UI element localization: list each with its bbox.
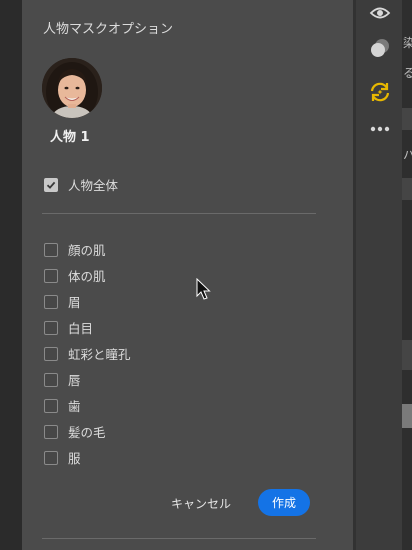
divider [42,213,316,214]
whole-person-checkbox[interactable]: 人物全体 [44,175,118,194]
cancel-button[interactable]: キャンセル [168,492,234,514]
option-label: 服 [68,451,81,466]
eye-icon[interactable] [368,0,392,24]
option-label: 唇 [68,373,81,388]
panel-title: 人物マスクオプション [43,22,174,37]
divider [42,538,316,539]
more-icon[interactable] [368,117,392,141]
left-edge-strip [0,0,22,550]
option-label: 歯 [68,399,81,414]
person-name: 人物 1 [50,130,90,145]
option-label: 顔の肌 [68,243,106,258]
option-label: 髪の毛 [68,425,106,440]
option-iris-pupil[interactable]: 虹彩と瞳孔 [44,344,131,363]
clipped-properties-panel [402,0,412,550]
option-face-skin[interactable]: 顔の肌 [44,240,106,259]
clipped-text: 染 [403,36,412,50]
option-body-skin[interactable]: 体の肌 [44,266,106,285]
checkbox-label: 人物全体 [68,178,119,193]
checkbox[interactable] [44,450,58,465]
option-eye-whites[interactable]: 白目 [44,318,93,337]
clipped-text: ハ [403,148,412,162]
checkbox[interactable] [44,320,58,335]
option-teeth[interactable]: 歯 [44,396,81,415]
checkbox[interactable] [44,398,58,413]
option-clothes[interactable]: 服 [44,448,81,467]
checkbox[interactable] [44,424,58,439]
option-eyebrows[interactable]: 眉 [44,292,81,311]
option-lips[interactable]: 唇 [44,370,81,389]
create-button[interactable]: 作成 [258,489,310,516]
mask-overlap-icon[interactable] [368,36,392,60]
option-label: 体の肌 [68,269,106,284]
option-label: 眉 [68,295,81,310]
checkmark-icon [46,181,56,189]
refresh-sync-icon[interactable] [368,80,392,104]
option-hair[interactable]: 髪の毛 [44,422,106,441]
person-thumbnail[interactable] [42,58,102,118]
mouse-cursor-icon [196,277,212,302]
checkbox[interactable] [44,346,58,361]
checkbox[interactable] [44,242,58,257]
checkbox[interactable] [44,268,58,283]
checkbox-checked[interactable] [44,177,58,192]
option-label: 白目 [68,321,94,336]
person-mask-options-panel: 人物マスクオプション 人物 1 人物全体 顔の肌 体の肌 眉 白目 虹彩と瞳孔 … [22,0,353,550]
checkbox[interactable] [44,294,58,309]
checkbox[interactable] [44,372,58,387]
clipped-text: る [403,66,412,80]
option-label: 虹彩と瞳孔 [68,347,131,362]
